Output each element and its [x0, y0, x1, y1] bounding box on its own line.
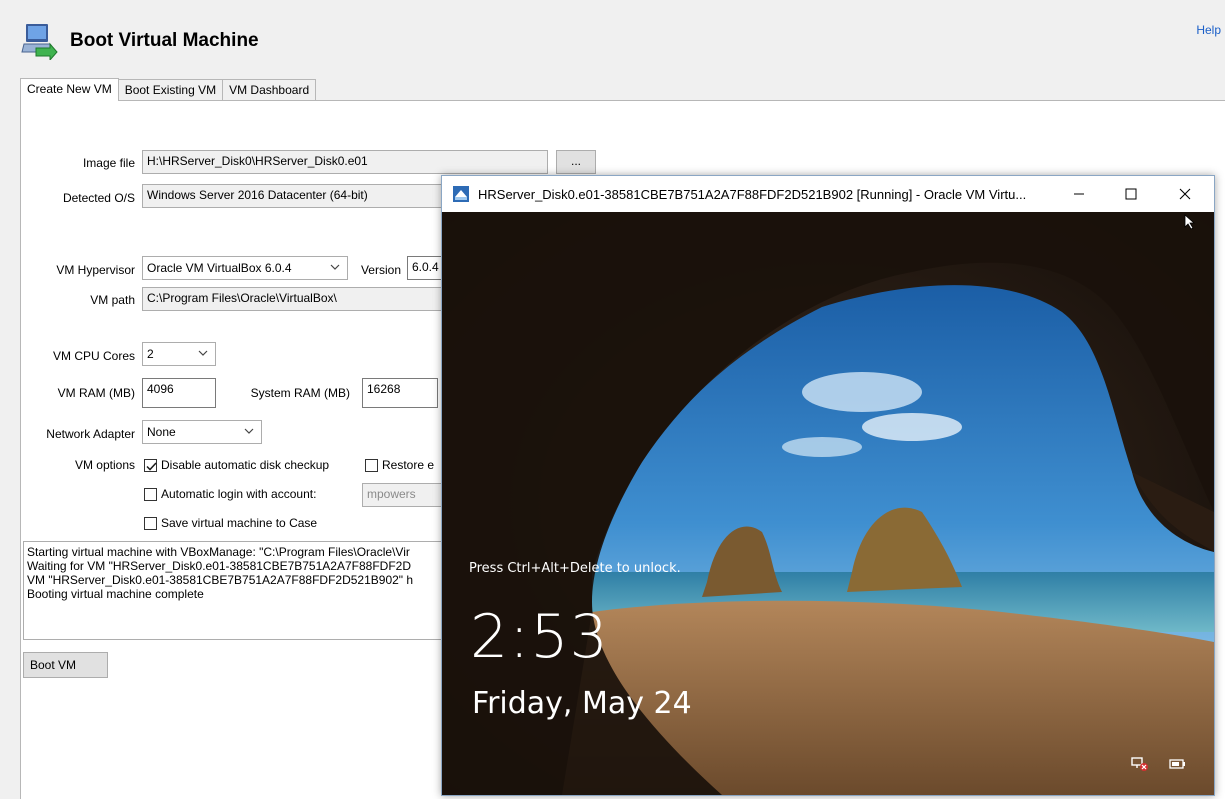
- checkbox[interactable]: [365, 458, 378, 472]
- image-file-label: Image file: [82, 156, 135, 170]
- lock-date: Friday, May 24: [472, 686, 692, 721]
- vm-options-label: VM options: [74, 458, 135, 472]
- lock-hint: Press Ctrl+Alt+Delete to unlock.: [469, 561, 681, 576]
- save-to-case-label: Save virtual machine to Case: [161, 516, 318, 530]
- vm-ram-label: VM RAM (MB): [57, 386, 135, 400]
- vm-path-field[interactable]: C:\Program Files\Oracle\VirtualBox\: [142, 287, 462, 311]
- log-output: Starting virtual machine with VBoxManage…: [23, 541, 453, 640]
- system-ram-field: 16268: [362, 378, 438, 408]
- page-title: Boot Virtual Machine: [70, 30, 259, 51]
- close-button[interactable]: [1162, 176, 1208, 212]
- tab-vm-dashboard[interactable]: VM Dashboard: [222, 79, 317, 100]
- restore-label: Restore e: [382, 458, 435, 472]
- network-adapter-label: Network Adapter: [46, 427, 135, 441]
- virtualbox-icon: [453, 186, 469, 202]
- login-account-field[interactable]: mpowers: [362, 483, 452, 507]
- maximize-button[interactable]: [1108, 176, 1154, 212]
- tab-create-new-vm[interactable]: Create New VM: [20, 78, 119, 101]
- save-to-case-option[interactable]: Save virtual machine to Case: [144, 516, 317, 530]
- lock-time: 2:53: [470, 602, 609, 672]
- chevron-down-icon: [198, 350, 208, 356]
- maximize-icon: [1125, 188, 1137, 200]
- network-adapter-value: None: [147, 425, 176, 439]
- battery-icon[interactable]: [1169, 759, 1187, 769]
- help-link[interactable]: Help: [1196, 23, 1221, 37]
- tab-boot-existing-vm[interactable]: Boot Existing VM: [117, 79, 224, 100]
- log-line: Waiting for VM "HRServer_Disk0.e01-38581…: [27, 559, 411, 573]
- browse-button[interactable]: ...: [556, 150, 596, 174]
- vm-window-title: HRServer_Disk0.e01-38581CBE7B751A2A7F88F…: [478, 186, 1027, 202]
- cpu-cores-select[interactable]: 2: [142, 342, 216, 366]
- vm-ram-field[interactable]: 4096: [142, 378, 216, 408]
- checkbox[interactable]: [144, 458, 157, 472]
- app-icon: [20, 22, 58, 62]
- close-icon: [1179, 188, 1191, 200]
- checkbox[interactable]: [144, 487, 157, 501]
- minimize-icon: [1074, 193, 1084, 195]
- vm-screen[interactable]: Press Ctrl+Alt+Delete to unlock. 2:53 Fr…: [442, 212, 1214, 795]
- disable-disk-checkup-label: Disable automatic disk checkup: [161, 458, 330, 472]
- image-file-field[interactable]: H:\HRServer_Disk0\HRServer_Disk0.e01: [142, 150, 548, 174]
- log-line: VM "HRServer_Disk0.e01-38581CBE7B751A2A7…: [27, 573, 414, 587]
- boot-vm-button[interactable]: Boot VM: [23, 652, 108, 678]
- vm-window-titlebar[interactable]: HRServer_Disk0.e01-38581CBE7B751A2A7F88F…: [442, 176, 1214, 212]
- tab-strip: Create New VM Boot Existing VM VM Dashbo…: [20, 78, 317, 101]
- minimize-button[interactable]: [1056, 176, 1102, 212]
- vm-path-label: VM path: [90, 293, 135, 307]
- restore-option[interactable]: Restore e: [365, 458, 434, 472]
- version-label: Version: [360, 263, 401, 277]
- automatic-login-label: Automatic login with account:: [161, 487, 317, 501]
- vm-window: HRServer_Disk0.e01-38581CBE7B751A2A7F88F…: [441, 175, 1215, 796]
- log-line: Starting virtual machine with VBoxManage…: [27, 545, 410, 559]
- cpu-cores-label: VM CPU Cores: [52, 349, 135, 363]
- hypervisor-label: VM Hypervisor: [56, 263, 135, 277]
- network-adapter-select[interactable]: None: [142, 420, 262, 444]
- hypervisor-select[interactable]: Oracle VM VirtualBox 6.0.4: [142, 256, 348, 280]
- hypervisor-value: Oracle VM VirtualBox 6.0.4: [147, 261, 292, 275]
- network-disconnected-icon[interactable]: [1130, 756, 1150, 772]
- detected-os-field: Windows Server 2016 Datacenter (64-bit): [142, 184, 462, 208]
- cpu-cores-value: 2: [147, 347, 154, 361]
- log-line: Booting virtual machine complete: [27, 587, 204, 601]
- system-ram-label: System RAM (MB): [250, 386, 350, 400]
- chevron-down-icon: [330, 264, 340, 270]
- chevron-down-icon: [244, 428, 254, 434]
- detected-os-label: Detected O/S: [62, 191, 135, 205]
- automatic-login-option[interactable]: Automatic login with account:: [144, 487, 316, 501]
- disable-disk-checkup-option[interactable]: Disable automatic disk checkup: [144, 458, 329, 472]
- mouse-pointer-icon: [1184, 214, 1196, 230]
- checkbox[interactable]: [144, 516, 157, 530]
